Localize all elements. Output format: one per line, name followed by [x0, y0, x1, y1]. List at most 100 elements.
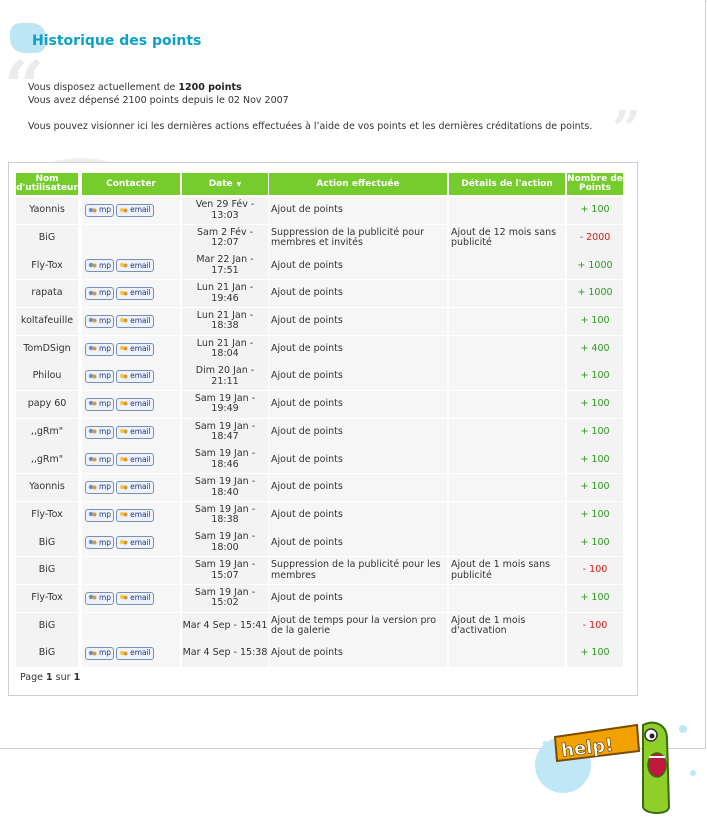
cell-date: Dim 20 Jan - 21:11	[182, 363, 268, 391]
row-action: Ajout de points	[271, 647, 343, 659]
row-username[interactable]: Fly-Tox	[31, 260, 62, 272]
cell-contact	[82, 224, 180, 252]
email-button[interactable]: email	[116, 259, 154, 273]
email-button[interactable]: email	[116, 647, 154, 661]
email-button[interactable]: email	[116, 481, 154, 494]
email-button-label: email	[130, 648, 151, 658]
row-username[interactable]: rapata	[31, 288, 62, 299]
email-button-label: email	[130, 316, 151, 326]
email-button[interactable]: email	[116, 342, 154, 356]
email-button[interactable]: email	[116, 591, 154, 605]
table-row: papy 60 mp email Sam 19 Jan - 19:49 Ajout de…	[16, 390, 623, 418]
email-button[interactable]: email	[116, 370, 154, 384]
cell-user: rapata	[16, 280, 78, 308]
column-header-action[interactable]: Action effectuée	[269, 173, 447, 195]
pm-button[interactable]: mp	[85, 481, 115, 494]
column-header-contact: Contacter	[82, 173, 180, 195]
email-button-label: email	[130, 537, 151, 547]
column-header-points[interactable]: Nombre de Points	[567, 173, 623, 195]
pm-button[interactable]: mp	[85, 647, 115, 661]
envelope-icon	[119, 539, 128, 547]
row-action: Ajout de points	[271, 204, 343, 216]
pm-button[interactable]: mp	[85, 370, 115, 384]
email-button[interactable]: email	[116, 453, 154, 467]
email-button-label: email	[130, 593, 151, 603]
pm-button-label: mp	[99, 509, 112, 519]
pm-button-label: mp	[99, 648, 112, 658]
row-action: Ajout de points	[271, 425, 343, 437]
row-username[interactable]: papy 60	[28, 399, 67, 410]
row-username[interactable]: ,,gRm"	[31, 454, 63, 466]
pm-button[interactable]: mp	[85, 397, 115, 411]
pm-button-label: mp	[99, 537, 112, 547]
row-username[interactable]: BiG	[39, 232, 56, 244]
pm-button[interactable]: mp	[85, 591, 115, 605]
row-username[interactable]: koltafeuille	[21, 316, 73, 327]
pm-button[interactable]: mp	[85, 536, 115, 550]
envelope-icon	[119, 428, 128, 436]
email-button[interactable]: email	[116, 397, 154, 411]
cell-user: Philou	[16, 363, 78, 391]
cell-contact: mp email	[82, 640, 180, 668]
cell-points: - 2000	[567, 224, 623, 252]
pm-button[interactable]: mp	[85, 453, 115, 467]
row-username[interactable]: ,,gRm"	[31, 426, 63, 438]
points-summary: Vous disposez actuellement de 1200 point…	[28, 81, 289, 107]
help-mascot[interactable]: help!	[533, 703, 703, 821]
users-icon	[88, 594, 97, 602]
cell-user: BiG	[16, 529, 78, 557]
pm-button[interactable]: mp	[85, 204, 115, 217]
cell-action: Ajout de points	[269, 501, 447, 529]
pm-button-label: mp	[99, 593, 112, 603]
pm-button[interactable]: mp	[85, 259, 115, 273]
cell-action: Ajout de points	[269, 363, 447, 391]
row-username[interactable]: BiG	[39, 537, 56, 549]
cell-action: Ajout de points	[269, 584, 447, 612]
row-username[interactable]: BiG	[39, 620, 56, 632]
email-button[interactable]: email	[116, 536, 154, 550]
row-username[interactable]: TomDSign	[23, 343, 70, 355]
email-button[interactable]: email	[116, 314, 154, 328]
email-button-label: email	[130, 399, 151, 409]
table-row: Fly-Tox mp email Sam 19 Jan - 15:02 Ajout de…	[16, 584, 623, 612]
email-button-label: email	[130, 260, 151, 270]
email-button[interactable]: email	[116, 425, 154, 439]
pm-button[interactable]: mp	[85, 314, 115, 328]
email-button-label: email	[130, 371, 151, 381]
email-button-label: email	[130, 509, 151, 519]
row-date: Sam 19 Jan - 15:02	[194, 586, 256, 609]
column-header-user[interactable]: Nom d'utilisateur	[16, 173, 78, 195]
row-points: + 100	[580, 647, 610, 659]
row-username[interactable]: Yaonnis	[29, 482, 65, 493]
row-date: Sam 19 Jan - 18:38	[194, 503, 256, 526]
row-username[interactable]: Fly-Tox	[31, 509, 62, 521]
cell-action: Ajout de points	[269, 418, 447, 446]
row-username[interactable]: Fly-Tox	[31, 593, 62, 604]
email-button[interactable]: email	[116, 204, 154, 217]
row-date: Sam 19 Jan - 19:49	[194, 392, 256, 415]
column-header-details[interactable]: Détails de l'action	[449, 173, 565, 195]
row-username[interactable]: BiG	[39, 648, 56, 659]
pm-button[interactable]: mp	[85, 508, 115, 522]
cell-date: Sam 19 Jan - 18:40	[182, 474, 268, 501]
cell-user: Fly-Tox	[16, 252, 78, 280]
envelope-icon	[119, 317, 128, 325]
email-button[interactable]: email	[116, 508, 154, 522]
row-points: + 400	[580, 342, 610, 354]
row-action: Ajout de points	[271, 315, 343, 327]
column-header-date[interactable]: Date ▼	[182, 173, 268, 195]
row-action: Ajout de points	[271, 398, 343, 410]
pm-button-label: mp	[99, 482, 112, 492]
cell-date: Sam 19 Jan - 18:47	[182, 418, 268, 446]
row-username[interactable]: Yaonnis	[29, 205, 65, 216]
cell-details	[449, 446, 565, 474]
envelope-icon	[119, 594, 128, 602]
pm-button[interactable]: mp	[85, 287, 115, 301]
row-username[interactable]: BiG	[39, 565, 56, 576]
email-button[interactable]: email	[116, 287, 154, 301]
row-username[interactable]: Philou	[33, 371, 62, 382]
pm-button[interactable]: mp	[85, 425, 115, 439]
pm-button[interactable]: mp	[85, 342, 115, 356]
cell-contact: mp email	[82, 280, 180, 308]
cell-details	[449, 197, 565, 224]
